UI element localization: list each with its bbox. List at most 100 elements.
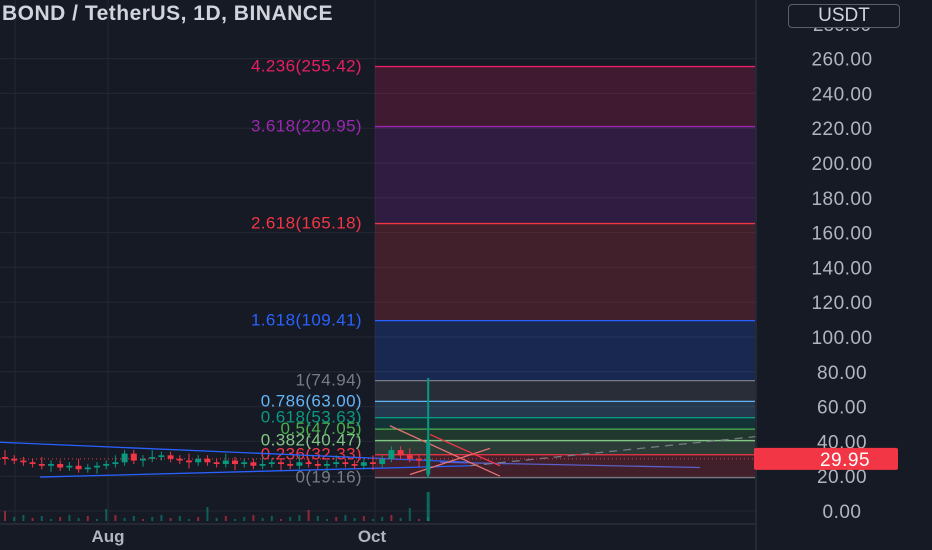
fib-level-label: 4.236(255.42) xyxy=(251,57,362,76)
volume-bar xyxy=(86,516,89,521)
volume-bar xyxy=(307,510,310,521)
volume-bar xyxy=(418,519,420,521)
volume-bar xyxy=(188,519,190,521)
candle-body xyxy=(222,460,229,465)
candle-body xyxy=(213,462,220,465)
candle-body xyxy=(38,464,45,466)
candle-body xyxy=(388,450,395,459)
chart-canvas[interactable]: 0(19.16)0.236(32.33)0.382(40.47)0.5(47.0… xyxy=(0,0,932,550)
fib-level-label: 0.786(63.00) xyxy=(261,391,362,410)
volume-bar xyxy=(59,517,62,521)
candle-body xyxy=(158,455,165,458)
volume-bar xyxy=(408,508,411,521)
fib-zone xyxy=(375,66,755,127)
volume-bar xyxy=(96,519,98,521)
volume-bar xyxy=(215,518,218,521)
volume-bar xyxy=(243,517,246,521)
volume-bar xyxy=(280,519,282,521)
volume-bar xyxy=(22,515,25,521)
candle-body xyxy=(278,462,284,465)
currency-selector[interactable]: USDT xyxy=(788,4,900,28)
volume-bar xyxy=(224,516,227,521)
candle-body xyxy=(84,467,91,470)
candle-body xyxy=(232,460,238,465)
volume-bar xyxy=(270,516,273,521)
time-axis-label: Oct xyxy=(358,527,387,546)
volume-bar xyxy=(40,516,43,521)
candle-body xyxy=(167,455,174,459)
volume-bar xyxy=(372,519,374,521)
volume-bar xyxy=(77,518,80,521)
chart-stage[interactable]: 0(19.16) 0.236(32.33) 0.382(40.47) 0.5(47.0… xyxy=(0,0,932,550)
fib-level-label: 3.618(220.95) xyxy=(251,117,362,136)
candle-body xyxy=(66,465,73,468)
volume-bar xyxy=(160,515,163,521)
candle-body xyxy=(314,464,321,466)
chart-title: BOND / TetherUS, 1D, BINANCE xyxy=(2,2,333,25)
volume-bar xyxy=(206,507,209,521)
fib-level-label: 1(74.94) xyxy=(295,371,362,390)
volume-bar xyxy=(142,519,144,521)
price-axis-tick: 80.00 xyxy=(817,363,867,384)
volume-bar xyxy=(114,515,117,521)
candle-body xyxy=(241,462,248,465)
volume-bar xyxy=(362,516,365,521)
price-axis-tick: 160.00 xyxy=(811,224,872,245)
candle-body xyxy=(351,464,358,466)
volume-bar xyxy=(197,517,200,521)
price-axis-tick: 260.00 xyxy=(811,50,872,71)
volume-bar xyxy=(13,517,16,521)
price-axis-tick: 200.00 xyxy=(811,154,872,175)
candle-body xyxy=(29,462,36,465)
candle-body xyxy=(379,458,386,465)
candle-body xyxy=(333,462,340,465)
candle-body xyxy=(103,464,110,466)
volume-bar xyxy=(426,492,430,521)
price-axis-tick: 180.00 xyxy=(811,189,872,210)
candle-body xyxy=(305,462,312,465)
fib-zone xyxy=(375,223,755,321)
price-axis-tick: 220.00 xyxy=(811,119,872,140)
volume-bar xyxy=(344,515,347,521)
candle-body xyxy=(397,450,404,456)
candle-body xyxy=(121,453,128,463)
candle-body xyxy=(370,462,376,465)
candle-body xyxy=(324,464,330,466)
volume-bar xyxy=(381,517,384,521)
candle-body xyxy=(287,464,294,466)
volume-bar xyxy=(31,518,34,521)
candle-body xyxy=(250,462,257,466)
price-axis-tick: 240.00 xyxy=(811,84,872,105)
candle-body xyxy=(112,462,119,465)
fib-level-label: 1.618(109.41) xyxy=(251,311,362,330)
fib-level-label: 2.618(165.18) xyxy=(251,214,362,233)
candle-body xyxy=(406,455,413,459)
candle-body xyxy=(48,464,54,466)
volume-bar xyxy=(178,516,181,521)
volume-bar xyxy=(353,518,356,521)
fib-level-label: 0.618(53.63) xyxy=(261,408,362,427)
volume-bar xyxy=(132,516,135,521)
volume-bar xyxy=(390,515,393,521)
candle-body xyxy=(94,465,100,468)
candle-body xyxy=(130,453,137,461)
volume-bar xyxy=(105,509,108,521)
volume-bar xyxy=(335,517,338,521)
candle-body xyxy=(204,458,211,463)
candle-body xyxy=(296,462,303,466)
candle-body xyxy=(268,462,275,465)
volume-bar xyxy=(234,519,236,521)
candle-body xyxy=(2,457,8,459)
fib-zone xyxy=(375,126,755,224)
candle-body xyxy=(20,460,27,463)
volume-bar xyxy=(252,515,255,521)
volume-bar xyxy=(316,516,319,521)
fib-zone xyxy=(375,380,755,402)
volume-bar xyxy=(50,519,52,521)
volume-bar xyxy=(399,518,402,521)
volume-bar xyxy=(261,518,264,521)
volume-bar xyxy=(169,518,172,521)
volume-bar xyxy=(68,515,71,521)
candle-body xyxy=(75,465,82,470)
price-axis-tick: 140.00 xyxy=(811,258,872,279)
